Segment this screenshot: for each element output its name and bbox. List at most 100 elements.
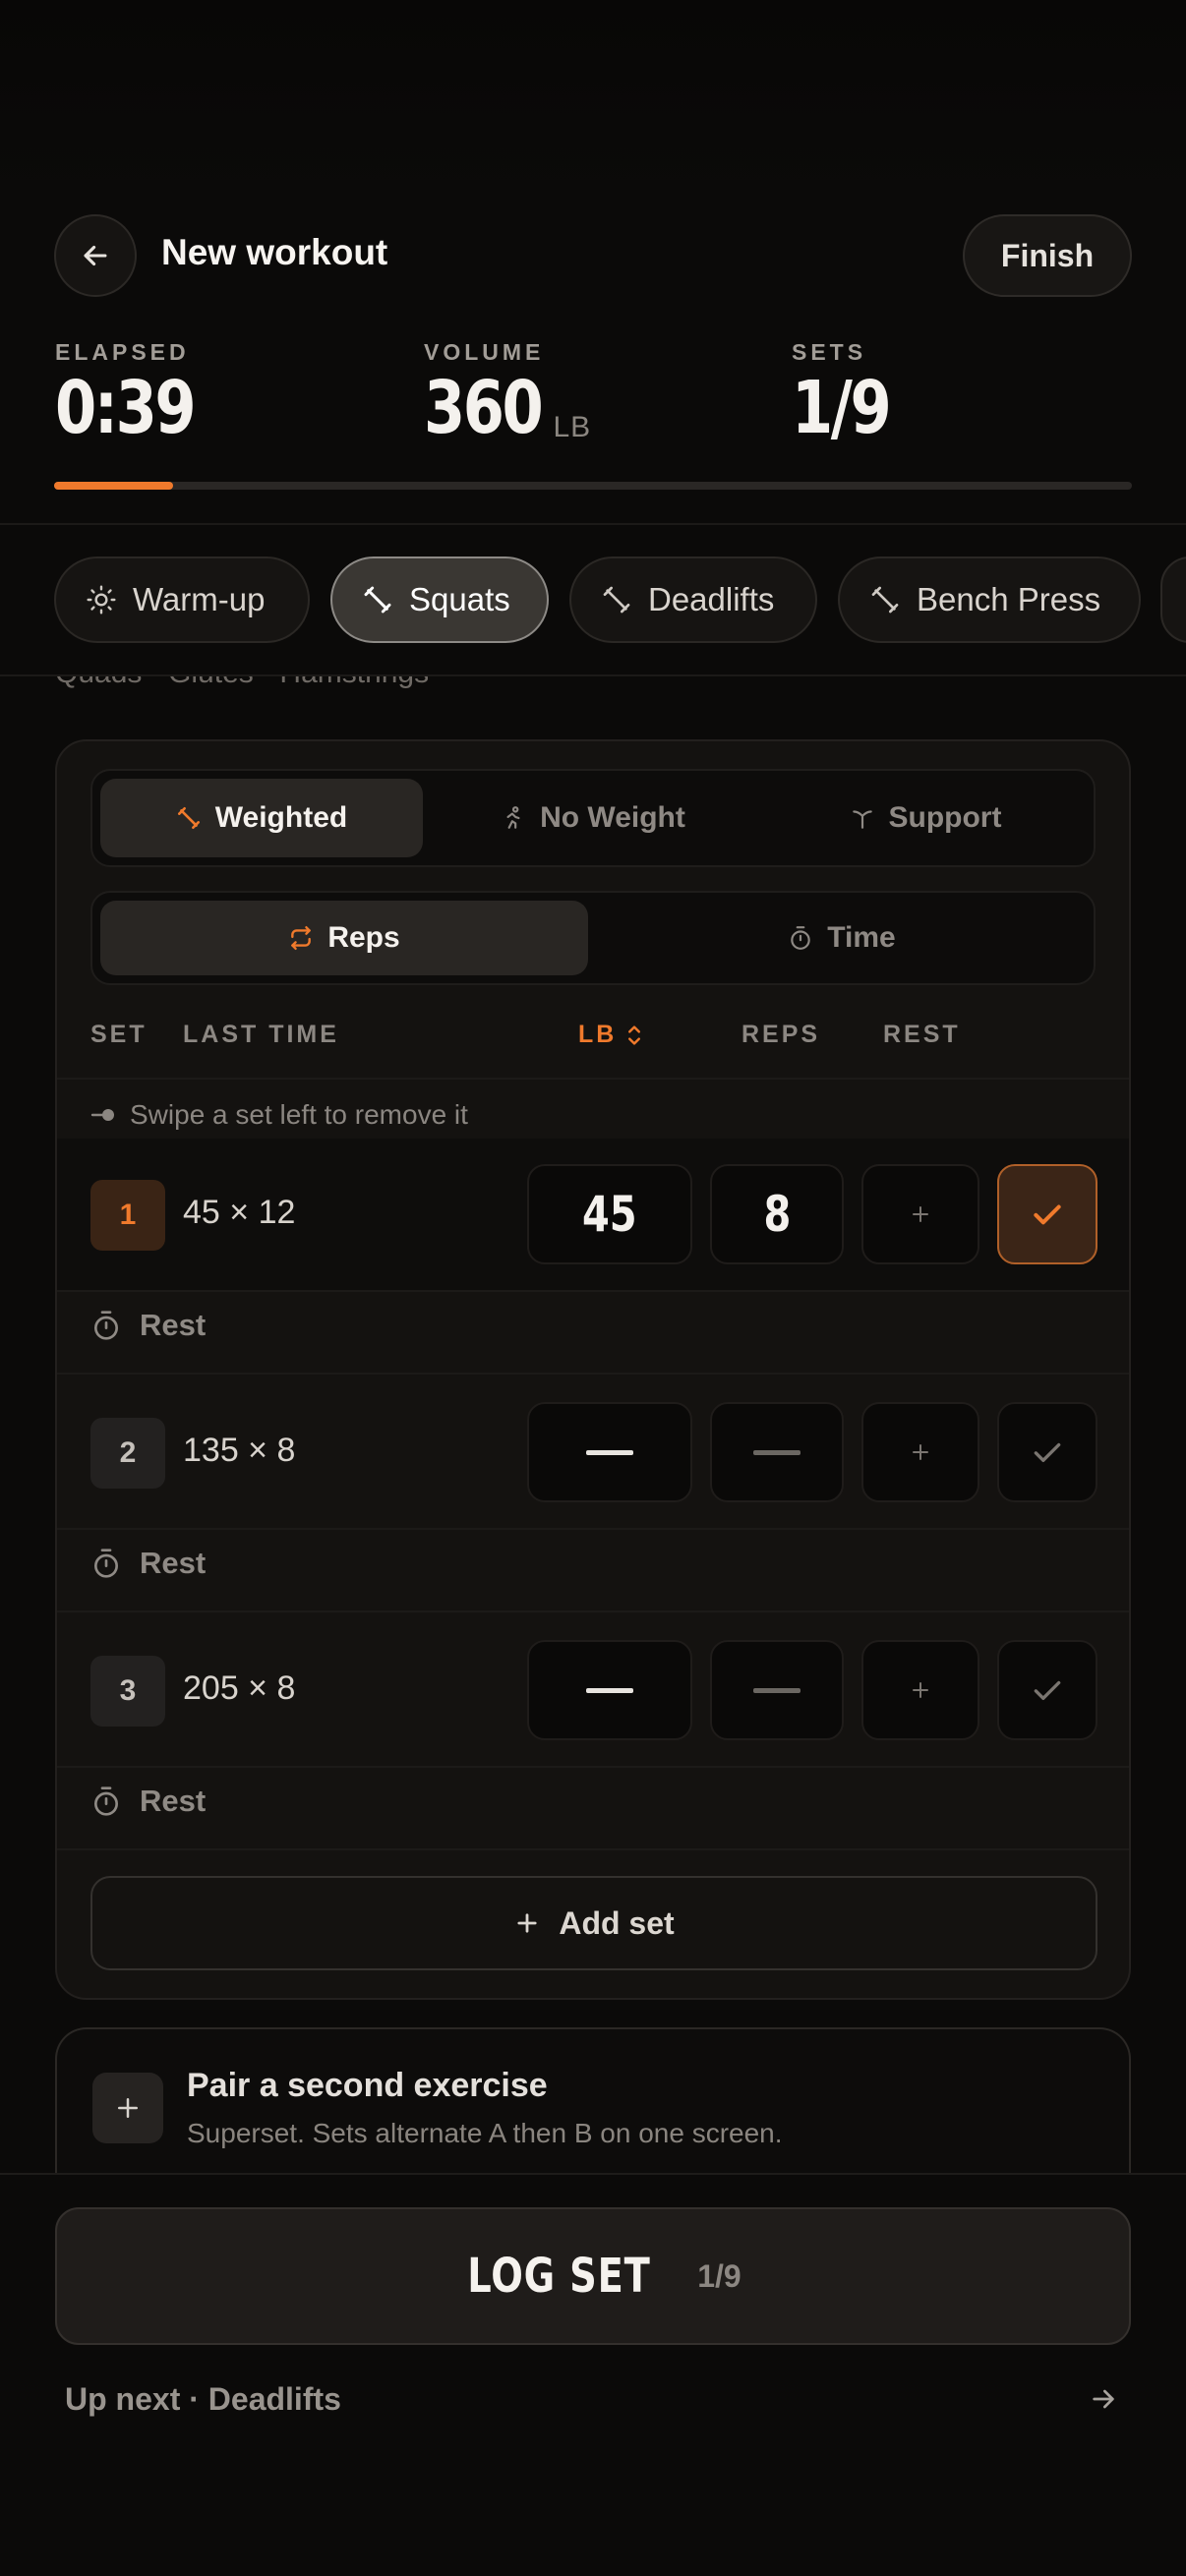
plus-icon bbox=[913, 1444, 928, 1460]
complete-set-button[interactable] bbox=[997, 1640, 1097, 1740]
option-label: Reps bbox=[327, 921, 400, 954]
divider bbox=[57, 1290, 1129, 1292]
rest-add-button[interactable] bbox=[861, 1640, 979, 1740]
load-type-control: Weighted No Weight Support bbox=[90, 769, 1096, 867]
header-divider bbox=[0, 523, 1186, 525]
empty-placeholder bbox=[753, 1687, 801, 1693]
up-next-button[interactable] bbox=[1082, 2377, 1125, 2421]
muscles-clip: Quads · Glutes · Hamstrings bbox=[0, 676, 1186, 690]
progress-fill bbox=[54, 482, 173, 490]
tab-deadlifts[interactable]: Deadlifts bbox=[569, 556, 817, 643]
superset-add-button[interactable] bbox=[92, 2073, 163, 2143]
rest-label: Rest bbox=[140, 1308, 207, 1342]
running-person-icon bbox=[506, 806, 520, 829]
plus-icon bbox=[913, 1206, 928, 1222]
sun-icon bbox=[87, 585, 116, 615]
option-reps[interactable]: Reps bbox=[100, 901, 588, 975]
divider bbox=[57, 1766, 1129, 1768]
back-button[interactable] bbox=[54, 214, 137, 297]
column-weight-label: LB bbox=[578, 1021, 618, 1048]
plus-icon bbox=[517, 1913, 537, 1933]
reps-input[interactable] bbox=[710, 1402, 844, 1502]
reps-input[interactable]: 8 bbox=[710, 1164, 844, 1264]
weight-input[interactable] bbox=[527, 1640, 692, 1740]
superset-title: Pair a second exercise bbox=[187, 2067, 548, 2104]
tab-warm-up[interactable]: Warm-up bbox=[54, 556, 310, 643]
muscles-text: Quads · Glutes · Hamstrings bbox=[55, 676, 429, 690]
repeat-icon bbox=[291, 925, 312, 951]
add-set-label: Add set bbox=[559, 1904, 675, 1941]
finish-button[interactable]: Finish bbox=[963, 214, 1132, 297]
log-set-button[interactable]: LOG SET 1/9 bbox=[55, 2207, 1131, 2345]
dumbbell-icon bbox=[871, 586, 899, 614]
dumbbell-icon bbox=[603, 586, 630, 614]
page-title: New workout bbox=[161, 232, 388, 272]
up-next-label: Up next · Deadlifts bbox=[65, 2381, 341, 2417]
weight-value: 45 bbox=[582, 1186, 637, 1243]
superset-card[interactable]: Pair a second exercise Superset. Sets al… bbox=[55, 2027, 1131, 2185]
last-time-value: 205 × 8 bbox=[183, 1669, 296, 1707]
stopwatch-icon bbox=[94, 1786, 118, 1816]
superset-subtitle: Superset. Sets alternate A then B on one… bbox=[187, 2118, 783, 2148]
option-label: Support bbox=[888, 801, 1002, 834]
weight-input[interactable] bbox=[527, 1402, 692, 1502]
empty-placeholder bbox=[753, 1449, 801, 1455]
divider bbox=[57, 1848, 1129, 1850]
tab-label: Bench Press bbox=[917, 581, 1101, 617]
tab-squats[interactable]: Squats bbox=[330, 556, 549, 643]
dumbbell-icon bbox=[364, 586, 391, 614]
column-last-time: LAST TIME bbox=[183, 1021, 339, 1048]
option-label: No Weight bbox=[540, 801, 685, 834]
stopwatch-icon bbox=[94, 1549, 118, 1578]
rest-add-button[interactable] bbox=[861, 1164, 979, 1264]
empty-placeholder bbox=[586, 1687, 633, 1693]
weight-input[interactable]: 45 bbox=[527, 1164, 692, 1264]
rest-row[interactable]: Rest bbox=[90, 1308, 206, 1343]
log-set-count: 1/9 bbox=[697, 2257, 741, 2294]
divider bbox=[57, 1078, 1129, 1080]
tab-label: Squats bbox=[409, 581, 510, 617]
option-weighted[interactable]: Weighted bbox=[100, 779, 423, 857]
exercise-card: Weighted No Weight Support Reps Time SET… bbox=[55, 739, 1131, 2000]
check-icon bbox=[1034, 1680, 1061, 1700]
complete-set-button[interactable] bbox=[997, 1402, 1097, 1502]
support-icon bbox=[852, 810, 872, 829]
add-set-button[interactable]: Add set bbox=[90, 1876, 1097, 1970]
volume-value: 360 bbox=[424, 366, 544, 450]
option-time[interactable]: Time bbox=[596, 901, 1088, 975]
column-set: SET bbox=[90, 1021, 148, 1048]
arrow-right-icon bbox=[1093, 2389, 1114, 2409]
complete-set-button[interactable] bbox=[997, 1164, 1097, 1264]
volume-value-wrap: 360 LB bbox=[424, 372, 591, 444]
set-number-badge: 2 bbox=[90, 1418, 165, 1489]
tab-bench-press[interactable]: Bench Press bbox=[838, 556, 1141, 643]
tab-label: Deadlifts bbox=[648, 581, 775, 617]
plus-icon bbox=[118, 2098, 138, 2118]
tab-overflow-edge[interactable] bbox=[1160, 556, 1186, 643]
dumbbell-icon bbox=[177, 806, 200, 830]
column-weight-sort[interactable]: LB bbox=[578, 1021, 642, 1049]
option-no-weight[interactable]: No Weight bbox=[431, 779, 755, 857]
divider bbox=[57, 1373, 1129, 1375]
sets-value-wrap: 1/9 bbox=[792, 372, 911, 444]
option-label: Weighted bbox=[214, 801, 348, 834]
reps-input[interactable] bbox=[710, 1640, 844, 1740]
last-time-value: 45 × 12 bbox=[183, 1194, 296, 1231]
measure-type-control: Reps Time bbox=[90, 891, 1096, 985]
column-reps: REPS bbox=[741, 1021, 821, 1048]
rest-add-button[interactable] bbox=[861, 1402, 979, 1502]
progress-track bbox=[54, 482, 1132, 490]
column-rest: REST bbox=[883, 1021, 961, 1048]
rest-row[interactable]: Rest bbox=[90, 1784, 206, 1819]
rest-label: Rest bbox=[140, 1784, 207, 1818]
sets-value: 1/9 bbox=[792, 366, 892, 450]
log-set-label: LOG SET bbox=[467, 2249, 651, 2304]
elapsed-value-wrap: 0:39 bbox=[55, 372, 224, 444]
check-icon bbox=[1034, 1204, 1061, 1225]
option-support[interactable]: Support bbox=[763, 779, 1088, 857]
divider bbox=[57, 1610, 1129, 1612]
rest-row[interactable]: Rest bbox=[90, 1546, 206, 1581]
last-time-value: 135 × 8 bbox=[183, 1432, 296, 1469]
tab-label: Warm-up bbox=[133, 581, 266, 617]
reps-value: 8 bbox=[763, 1186, 791, 1243]
